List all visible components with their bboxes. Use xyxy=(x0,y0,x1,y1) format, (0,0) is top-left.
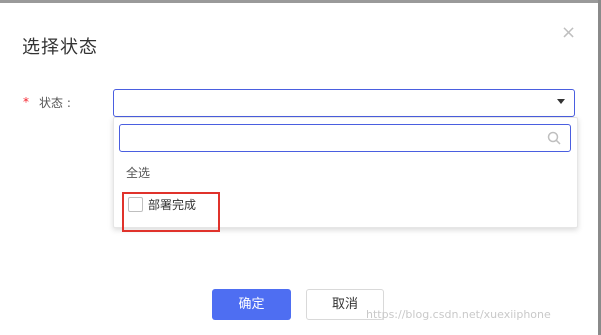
search-icon xyxy=(547,131,561,145)
required-mark: * xyxy=(23,95,29,109)
dropdown-search[interactable] xyxy=(119,124,571,152)
dialog-title: 选择状态 xyxy=(22,37,98,58)
status-select[interactable] xyxy=(113,89,575,117)
chevron-down-icon xyxy=(557,99,565,104)
highlight-annotation xyxy=(122,192,220,232)
select-all-option[interactable]: 全选 xyxy=(126,164,150,181)
status-label: 状态 : xyxy=(39,96,71,110)
confirm-button[interactable]: 确定 xyxy=(212,289,291,320)
close-icon[interactable]: × xyxy=(561,22,576,43)
window-top-edge xyxy=(0,0,601,3)
search-input[interactable] xyxy=(126,125,550,151)
watermark: https://blog.csdn.net/xuexiiphone xyxy=(366,308,551,321)
